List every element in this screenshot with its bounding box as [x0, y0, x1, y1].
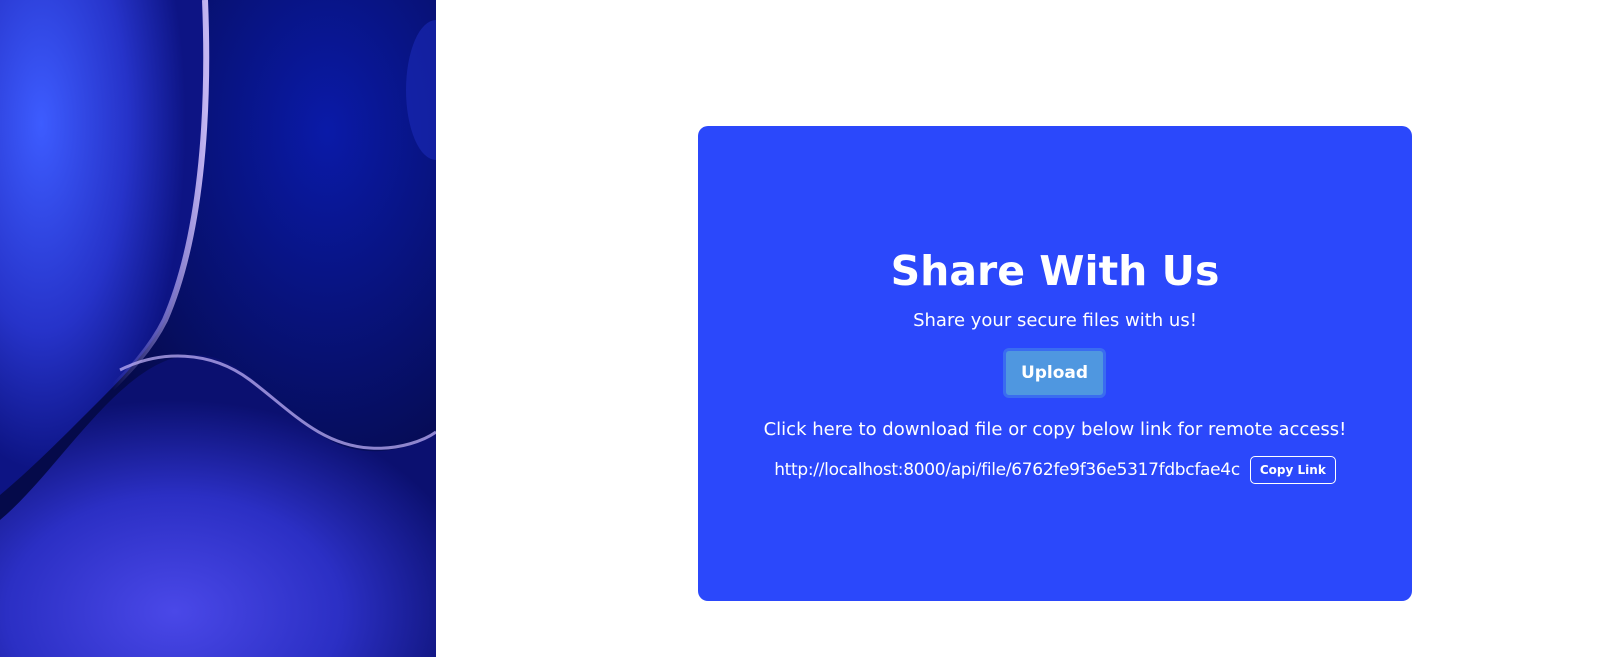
subtitle: Share your secure files with us!: [913, 310, 1197, 331]
file-link[interactable]: http://localhost:8000/api/file/6762fe9f3…: [774, 460, 1240, 480]
upload-button[interactable]: Upload: [1003, 348, 1106, 398]
copy-link-button[interactable]: Copy Link: [1249, 456, 1336, 484]
page: Share With Us Share your secure files wi…: [0, 0, 1600, 657]
download-instruction[interactable]: Click here to download file or copy belo…: [698, 418, 1412, 442]
link-row: http://localhost:8000/api/file/6762fe9f3…: [698, 455, 1412, 485]
abstract-wave-image: [0, 0, 436, 657]
page-title: Share With Us: [890, 247, 1220, 295]
